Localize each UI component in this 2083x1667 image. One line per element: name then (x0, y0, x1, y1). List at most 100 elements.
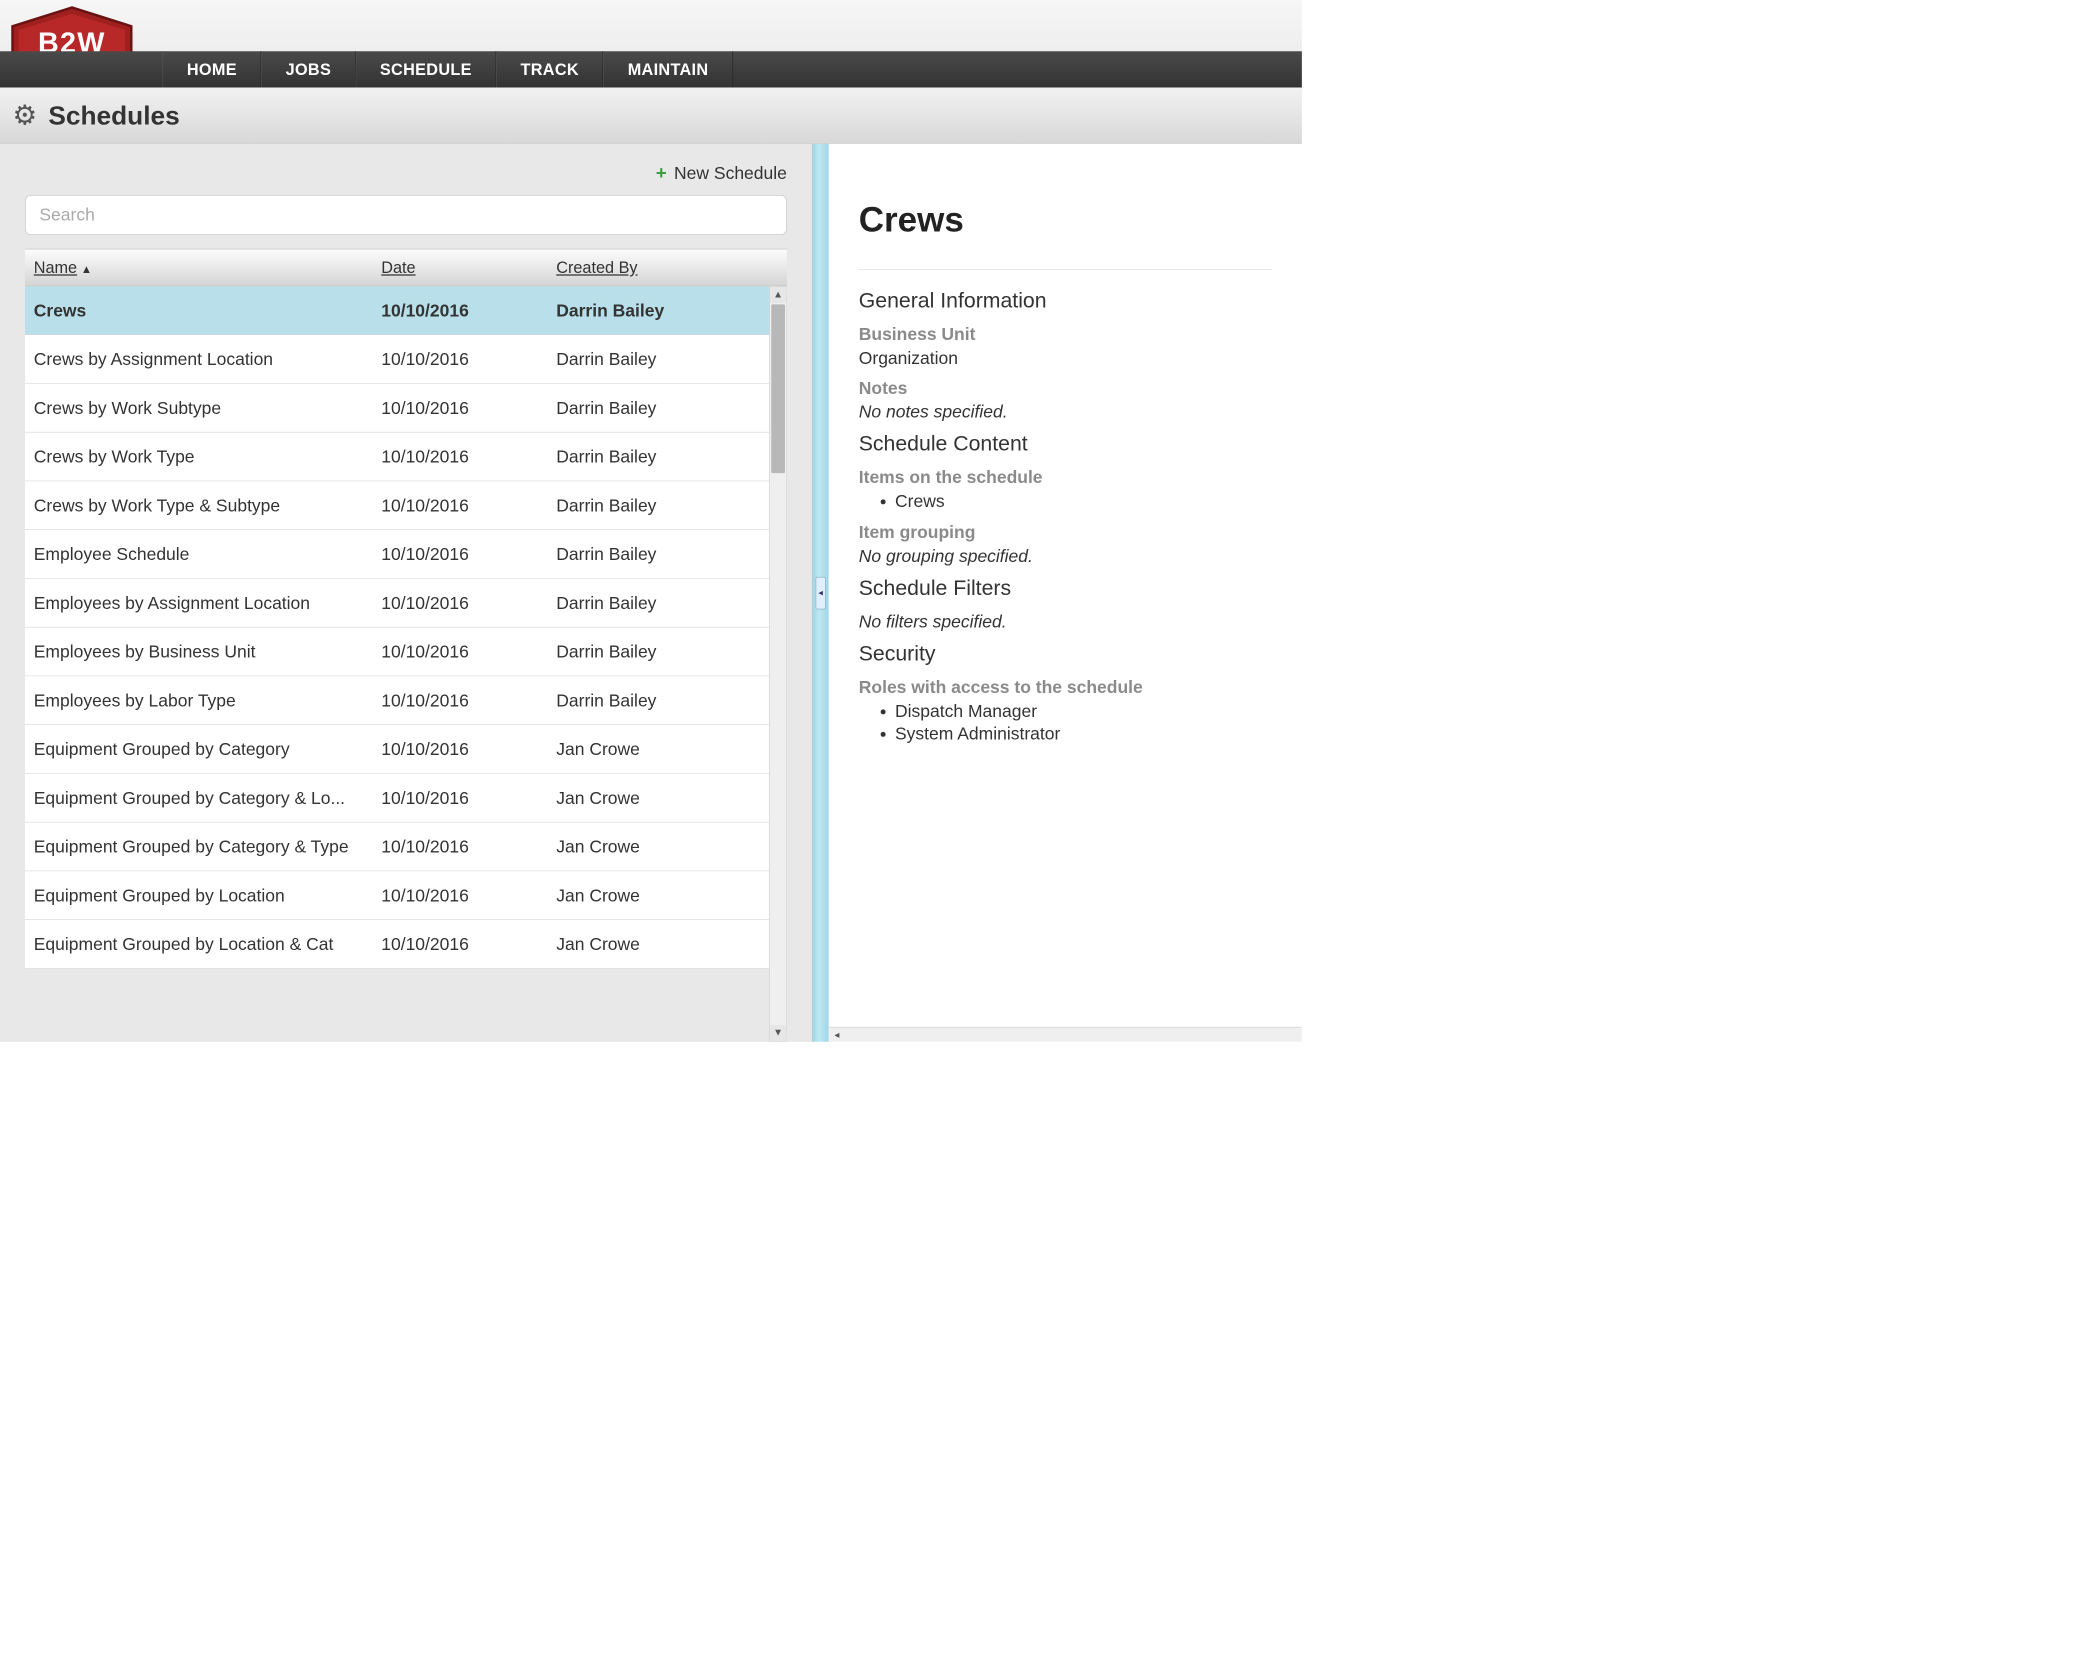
filters-value: No filters specified. (859, 612, 1272, 632)
row-date: 10/10/2016 (381, 398, 556, 418)
row-name: Crews by Work Type & Subtype (25, 495, 381, 515)
row-name: Equipment Grouped by Category (25, 739, 381, 759)
sort-asc-icon: ▲ (81, 263, 92, 276)
row-name: Employee Schedule (25, 544, 381, 564)
row-created-by: Darrin Bailey (556, 642, 769, 662)
row-name: Crews (25, 300, 381, 320)
app-header: B2W HOME JOBS SCHEDULE TRACK MAINTAIN (0, 0, 1302, 88)
splitter-handle-icon[interactable]: ◂ (816, 577, 826, 610)
row-created-by: Jan Crowe (556, 885, 769, 905)
grouping-value: No grouping specified. (859, 546, 1272, 566)
column-header-name[interactable]: Name▲ (25, 258, 381, 277)
roles-label: Roles with access to the schedule (859, 678, 1272, 698)
nav-track[interactable]: TRACK (496, 51, 603, 87)
row-date: 10/10/2016 (381, 593, 556, 613)
row-name: Equipment Grouped by Location (25, 885, 381, 905)
divider (859, 269, 1272, 270)
table-row[interactable]: Crews10/10/2016Darrin Bailey (25, 286, 769, 335)
table-row[interactable]: Crews by Work Subtype10/10/2016Darrin Ba… (25, 384, 769, 433)
row-name: Equipment Grouped by Location & Cat (25, 934, 381, 954)
table-row[interactable]: Equipment Grouped by Category10/10/2016J… (25, 725, 769, 774)
items-label: Items on the schedule (859, 468, 1272, 488)
table-body: Crews10/10/2016Darrin BaileyCrews by Ass… (25, 286, 769, 1042)
new-schedule-label: New Schedule (674, 163, 787, 182)
row-created-by: Darrin Bailey (556, 690, 769, 710)
list-item: Crews (895, 491, 1272, 511)
grouping-label: Item grouping (859, 523, 1272, 543)
section-general-heading: General Information (859, 289, 1272, 313)
notes-value: No notes specified. (859, 402, 1272, 422)
row-date: 10/10/2016 (381, 690, 556, 710)
section-content-heading: Schedule Content (859, 432, 1272, 456)
table-row[interactable]: Employees by Assignment Location10/10/20… (25, 579, 769, 628)
business-unit-label: Business Unit (859, 324, 1272, 344)
row-created-by: Jan Crowe (556, 788, 769, 808)
row-name: Crews by Assignment Location (25, 349, 381, 369)
subheader: ⚙ Schedules (0, 88, 1302, 144)
row-created-by: Darrin Bailey (556, 398, 769, 418)
nav-schedule[interactable]: SCHEDULE (356, 51, 497, 87)
main-nav: HOME JOBS SCHEDULE TRACK MAINTAIN (0, 51, 1302, 87)
row-created-by: Darrin Bailey (556, 544, 769, 564)
table-row[interactable]: Crews by Assignment Location10/10/2016Da… (25, 335, 769, 384)
column-header-created-by[interactable]: Created By (556, 258, 787, 277)
row-name: Employees by Assignment Location (25, 593, 381, 613)
row-date: 10/10/2016 (381, 837, 556, 857)
row-date: 10/10/2016 (381, 544, 556, 564)
nav-jobs[interactable]: JOBS (261, 51, 355, 87)
table-row[interactable]: Crews by Work Type & Subtype10/10/2016Da… (25, 481, 769, 530)
row-created-by: Jan Crowe (556, 739, 769, 759)
row-date: 10/10/2016 (381, 739, 556, 759)
row-date: 10/10/2016 (381, 300, 556, 320)
list-item: Dispatch Manager (895, 701, 1272, 721)
row-created-by: Jan Crowe (556, 934, 769, 954)
new-schedule-button[interactable]: + New Schedule (0, 150, 812, 195)
business-unit-value: Organization (859, 348, 1272, 368)
search-input[interactable] (25, 195, 787, 235)
nav-home[interactable]: HOME (163, 51, 262, 87)
splitter[interactable]: ◂ (813, 144, 829, 1042)
row-name: Crews by Work Type (25, 447, 381, 467)
horizontal-scrollbar[interactable]: ◂ (829, 1027, 1302, 1042)
column-header-date[interactable]: Date (381, 258, 556, 277)
row-name: Employees by Business Unit (25, 642, 381, 662)
table-row[interactable]: Employees by Business Unit10/10/2016Darr… (25, 628, 769, 677)
table-row[interactable]: Employee Schedule10/10/2016Darrin Bailey (25, 530, 769, 579)
table-row[interactable]: Equipment Grouped by Location10/10/2016J… (25, 871, 769, 920)
row-created-by: Darrin Bailey (556, 495, 769, 515)
row-name: Employees by Labor Type (25, 690, 381, 710)
page-title: Schedules (48, 100, 179, 130)
scroll-up-icon[interactable]: ▲ (770, 287, 786, 303)
vertical-scrollbar[interactable]: ▲ ▼ (769, 286, 787, 1042)
row-created-by: Darrin Bailey (556, 349, 769, 369)
table-row[interactable]: Equipment Grouped by Category & Type10/1… (25, 823, 769, 872)
row-date: 10/10/2016 (381, 885, 556, 905)
table-row[interactable]: Equipment Grouped by Location & Cat10/10… (25, 920, 769, 969)
table-row[interactable]: Employees by Labor Type10/10/2016Darrin … (25, 676, 769, 725)
table-row[interactable]: Equipment Grouped by Category & Lo...10/… (25, 774, 769, 823)
detail-title: Crews (859, 199, 1272, 240)
scrollbar-thumb[interactable] (771, 304, 785, 473)
row-created-by: Darrin Bailey (556, 447, 769, 467)
row-name: Equipment Grouped by Category & Lo... (25, 788, 381, 808)
notes-label: Notes (859, 378, 1272, 398)
roles-list: Dispatch Manager System Administrator (859, 701, 1272, 744)
scroll-down-icon[interactable]: ▼ (770, 1025, 786, 1041)
row-name: Equipment Grouped by Category & Type (25, 837, 381, 857)
section-filters-heading: Schedule Filters (859, 576, 1272, 600)
section-security-heading: Security (859, 642, 1272, 666)
items-list: Crews (859, 491, 1272, 511)
gear-icon: ⚙ (13, 99, 38, 131)
row-created-by: Darrin Bailey (556, 300, 769, 320)
row-created-by: Darrin Bailey (556, 593, 769, 613)
row-date: 10/10/2016 (381, 642, 556, 662)
nav-maintain[interactable]: MAINTAIN (603, 51, 732, 87)
row-date: 10/10/2016 (381, 495, 556, 515)
detail-panel: Crews General Information Business Unit … (829, 144, 1302, 1042)
table-header: Name▲ Date Created By (25, 249, 787, 287)
table-row[interactable]: Crews by Work Type10/10/2016Darrin Baile… (25, 433, 769, 482)
schedule-list-panel: + New Schedule Name▲ Date Created By Cre… (0, 144, 813, 1042)
row-date: 10/10/2016 (381, 788, 556, 808)
scroll-left-icon[interactable]: ◂ (829, 1028, 845, 1041)
list-item: System Administrator (895, 724, 1272, 744)
